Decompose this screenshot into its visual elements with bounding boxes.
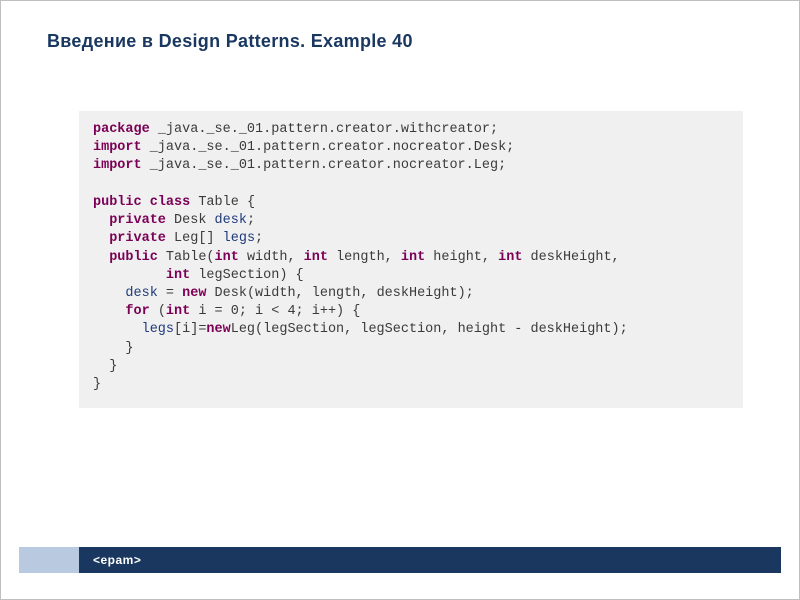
code-text: _java._se._01.pattern.creator.nocreator.… xyxy=(142,158,507,173)
code-indent xyxy=(93,322,142,337)
code-block: package _java._se._01.pattern.creator.wi… xyxy=(79,111,743,408)
code-keyword: new xyxy=(182,286,206,301)
code-indent xyxy=(93,268,166,283)
code-indent xyxy=(93,213,109,228)
code-text: } xyxy=(109,359,117,374)
code-text: = xyxy=(158,286,182,301)
code-field: legs xyxy=(223,231,255,246)
code-text: } xyxy=(93,377,101,392)
code-keyword: int xyxy=(304,250,328,265)
code-keyword: for xyxy=(125,304,149,319)
code-keyword: class xyxy=(150,195,191,210)
code-indent xyxy=(93,250,109,265)
code-text: legSection) { xyxy=(190,268,303,283)
code-text: length, xyxy=(328,250,401,265)
code-text: ( xyxy=(150,304,166,319)
code-text: Desk xyxy=(166,213,215,228)
code-keyword: import xyxy=(93,140,142,155)
footer-logo: <epam> xyxy=(93,547,141,573)
code-field: desk xyxy=(215,213,247,228)
code-keyword: int xyxy=(401,250,425,265)
code-indent xyxy=(93,304,125,319)
code-keyword: int xyxy=(166,268,190,283)
code-indent xyxy=(93,286,125,301)
code-text: _java._se._01.pattern.creator.nocreator.… xyxy=(142,140,515,155)
code-text: _java._se._01.pattern.creator.withcreato… xyxy=(150,122,498,137)
code-indent xyxy=(93,359,109,374)
code-text: ; xyxy=(255,231,263,246)
code-text: Table( xyxy=(158,250,215,265)
code-keyword: private xyxy=(109,231,166,246)
code-text: width, xyxy=(239,250,304,265)
code-keyword: new xyxy=(206,322,230,337)
code-indent xyxy=(93,341,125,356)
code-indent xyxy=(93,231,109,246)
footer-bar: <epam> xyxy=(19,547,781,573)
code-text: deskHeight, xyxy=(522,250,619,265)
code-text: } xyxy=(125,341,133,356)
code-keyword: private xyxy=(109,213,166,228)
code-text: height, xyxy=(425,250,498,265)
code-field: desk xyxy=(125,286,157,301)
slide: Введение в Design Patterns. Example 40 p… xyxy=(0,0,800,600)
code-keyword: package xyxy=(93,122,150,137)
code-keyword: public xyxy=(93,195,142,210)
code-text: Leg[] xyxy=(166,231,223,246)
code-keyword: int xyxy=(215,250,239,265)
code-text: Table { xyxy=(190,195,255,210)
code-keyword: int xyxy=(166,304,190,319)
code-keyword: int xyxy=(498,250,522,265)
footer-main xyxy=(79,547,781,573)
code-keyword: import xyxy=(93,158,142,173)
code-text: ; xyxy=(247,213,255,228)
code-text: [i]= xyxy=(174,322,206,337)
code-text: Desk(width, length, deskHeight); xyxy=(206,286,473,301)
code-text: Leg(legSection, legSection, height - des… xyxy=(231,322,628,337)
code-field: legs xyxy=(142,322,174,337)
footer-accent xyxy=(19,547,79,573)
code-keyword: public xyxy=(109,250,158,265)
code-text: i = 0; i < 4; i++) { xyxy=(190,304,360,319)
slide-title: Введение в Design Patterns. Example 40 xyxy=(47,31,413,52)
